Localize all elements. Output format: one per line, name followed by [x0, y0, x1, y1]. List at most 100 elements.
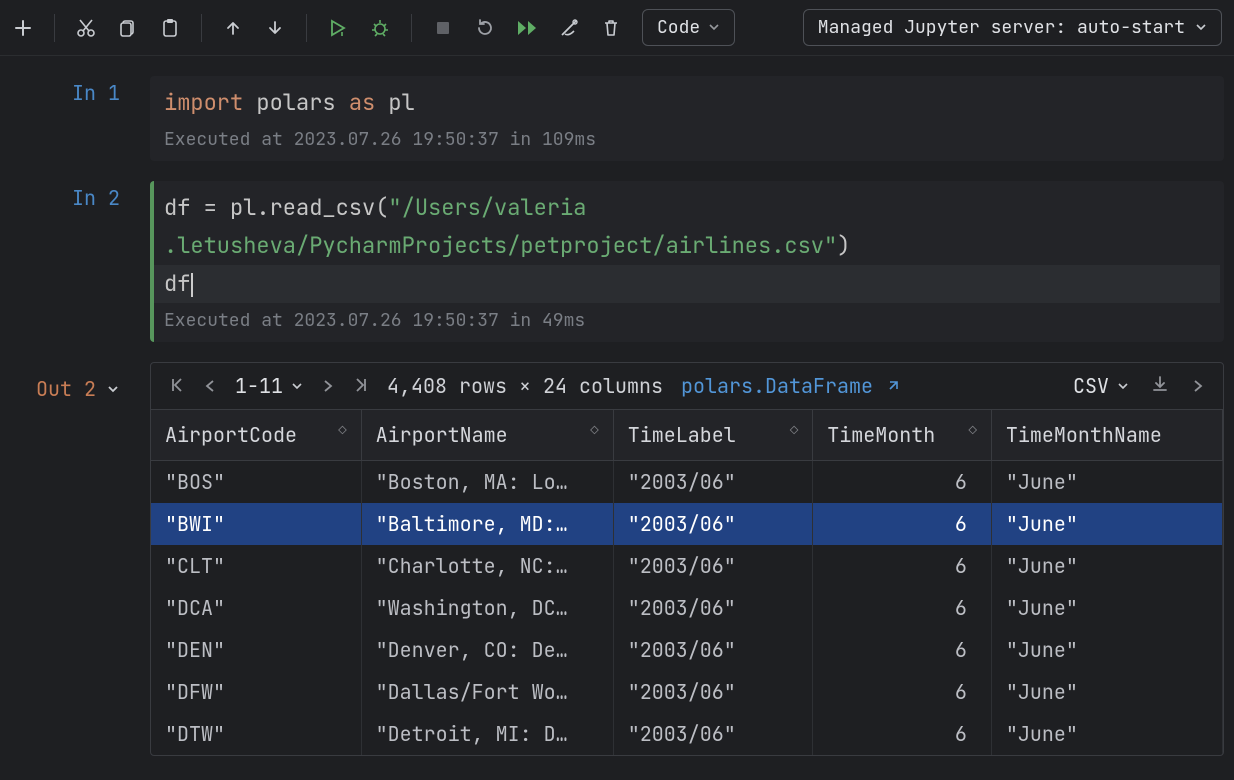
move-down-icon[interactable] — [264, 17, 286, 39]
run-all-icon[interactable] — [516, 17, 538, 39]
jupyter-server-dropdown[interactable]: Managed Jupyter server: auto-start — [803, 9, 1222, 46]
code-box[interactable]: import polars as pl Executed at 2023.07.… — [150, 76, 1224, 161]
table-cell[interactable]: "DCA" — [151, 587, 361, 629]
table-cell[interactable]: 6 — [813, 503, 992, 545]
table-cell[interactable]: "DFW" — [151, 671, 361, 713]
execution-meta: Executed at 2023.07.26 19:50:37 in 109ms — [164, 128, 1210, 151]
separator — [306, 14, 307, 42]
execution-meta: Executed at 2023.07.26 19:50:37 in 49ms — [164, 309, 1210, 332]
cell-out-2: Out 2 1-11 — [0, 362, 1234, 756]
code-box[interactable]: df = pl.read_csv("/Users/valeria .letush… — [150, 181, 1224, 342]
table-cell[interactable]: 6 — [813, 713, 992, 755]
table-cell[interactable]: "Charlotte, NC:… — [361, 545, 613, 587]
separator — [54, 14, 55, 42]
table-cell[interactable]: "2003/06" — [613, 461, 813, 504]
cell-type-dropdown[interactable]: Code — [642, 9, 735, 46]
table-cell[interactable]: "CLT" — [151, 545, 361, 587]
dataframe-table-wrap[interactable]: AirportCode◇ AirportName◇ TimeLabel◇ Tim… — [151, 410, 1223, 755]
separator — [201, 14, 202, 42]
code-line[interactable]: df = pl.read_csv("/Users/valeria — [164, 189, 1210, 227]
column-header[interactable]: AirportName◇ — [361, 410, 613, 461]
sort-icon[interactable]: ◇ — [968, 422, 976, 440]
table-cell[interactable]: 6 — [813, 545, 992, 587]
stop-icon[interactable] — [432, 17, 454, 39]
paste-icon[interactable] — [159, 17, 181, 39]
restart-icon[interactable] — [474, 17, 496, 39]
code-line[interactable]: .letusheva/PycharmProjects/petproject/ai… — [164, 227, 1210, 265]
table-cell[interactable]: "BWI" — [151, 503, 361, 545]
table-row[interactable]: "DTW""Detroit, MI: D…"2003/06"6"June" — [151, 713, 1223, 755]
table-cell[interactable]: "June" — [991, 629, 1222, 671]
more-icon[interactable] — [1191, 373, 1205, 399]
sort-icon[interactable]: ◇ — [590, 422, 598, 440]
table-row[interactable]: "CLT""Charlotte, NC:…"2003/06"6"June" — [151, 545, 1223, 587]
chevron-down-icon[interactable] — [106, 376, 120, 402]
cell-in-1[interactable]: In 1 import polars as pl Executed at 202… — [0, 76, 1234, 181]
cut-icon[interactable] — [75, 17, 97, 39]
cell-type-label: Code — [657, 16, 700, 39]
cell-in-2[interactable]: In 2 df = pl.read_csv("/Users/valeria .l… — [0, 181, 1234, 362]
sort-icon[interactable]: ◇ — [790, 422, 798, 440]
column-header[interactable]: TimeLabel◇ — [613, 410, 813, 461]
dataframe-type-link[interactable]: polars.DataFrame — [681, 373, 899, 399]
table-cell[interactable]: "June" — [991, 461, 1222, 504]
export-format-dropdown[interactable]: CSV — [1073, 373, 1129, 399]
table-header-row: AirportCode◇ AirportName◇ TimeLabel◇ Tim… — [151, 410, 1223, 461]
cell-prompt: In 1 — [0, 76, 150, 181]
sort-icon[interactable]: ◇ — [338, 422, 346, 440]
table-cell[interactable]: "DTW" — [151, 713, 361, 755]
cell-prompt: In 2 — [0, 181, 150, 362]
code-line-current[interactable]: df — [154, 265, 1220, 303]
table-cell[interactable]: "June" — [991, 671, 1222, 713]
table-cell[interactable]: "2003/06" — [613, 503, 813, 545]
last-page-icon[interactable] — [353, 373, 369, 399]
column-header[interactable]: TimeMonthName — [991, 410, 1222, 461]
table-cell[interactable]: "June" — [991, 503, 1222, 545]
table-cell[interactable]: "Baltimore, MD:… — [361, 503, 613, 545]
table-cell[interactable]: "June" — [991, 587, 1222, 629]
table-cell[interactable]: "2003/06" — [613, 671, 813, 713]
table-cell[interactable]: "2003/06" — [613, 713, 813, 755]
table-cell[interactable]: 6 — [813, 671, 992, 713]
next-page-icon[interactable] — [321, 373, 335, 399]
first-page-icon[interactable] — [169, 373, 185, 399]
table-row[interactable]: "DFW""Dallas/Fort Wo…"2003/06"6"June" — [151, 671, 1223, 713]
table-row[interactable]: "DEN""Denver, CO: De…"2003/06"6"June" — [151, 629, 1223, 671]
move-up-icon[interactable] — [222, 17, 244, 39]
download-icon[interactable] — [1151, 373, 1169, 399]
table-row[interactable]: "DCA""Washington, DC…"2003/06"6"June" — [151, 587, 1223, 629]
dataframe-toolbar: 1-11 4,408 rows × 24 columns polars.Data… — [151, 363, 1223, 410]
table-cell[interactable]: 6 — [813, 461, 992, 504]
cell-prompt: Out 2 — [0, 362, 150, 756]
code-line[interactable]: import polars as pl — [164, 84, 1210, 122]
debug-icon[interactable] — [369, 17, 391, 39]
page-range-dropdown[interactable]: 1-11 — [235, 373, 303, 399]
table-cell[interactable]: "Denver, CO: De… — [361, 629, 613, 671]
column-header[interactable]: TimeMonth◇ — [813, 410, 992, 461]
dataframe-shape: 4,408 rows × 24 columns — [387, 373, 663, 399]
table-cell[interactable]: 6 — [813, 587, 992, 629]
clear-outputs-icon[interactable] — [558, 17, 580, 39]
notebook-toolbar: Code Managed Jupyter server: auto-start — [0, 0, 1234, 56]
table-cell[interactable]: "June" — [991, 545, 1222, 587]
table-cell[interactable]: "Detroit, MI: D… — [361, 713, 613, 755]
delete-icon[interactable] — [600, 17, 622, 39]
table-cell[interactable]: "Dallas/Fort Wo… — [361, 671, 613, 713]
table-row[interactable]: "BWI""Baltimore, MD:…"2003/06"6"June" — [151, 503, 1223, 545]
table-cell[interactable]: "BOS" — [151, 461, 361, 504]
prev-page-icon[interactable] — [203, 373, 217, 399]
add-cell-icon[interactable] — [12, 17, 34, 39]
table-row[interactable]: "BOS""Boston, MA: Lo…"2003/06"6"June" — [151, 461, 1223, 504]
table-cell[interactable]: 6 — [813, 629, 992, 671]
server-label: Managed Jupyter server: auto-start — [818, 16, 1185, 39]
table-cell[interactable]: "2003/06" — [613, 545, 813, 587]
table-cell[interactable]: "Washington, DC… — [361, 587, 613, 629]
copy-icon[interactable] — [117, 17, 139, 39]
table-cell[interactable]: "June" — [991, 713, 1222, 755]
run-cell-icon[interactable] — [327, 17, 349, 39]
table-cell[interactable]: "Boston, MA: Lo… — [361, 461, 613, 504]
table-cell[interactable]: "2003/06" — [613, 629, 813, 671]
table-cell[interactable]: "2003/06" — [613, 587, 813, 629]
column-header[interactable]: AirportCode◇ — [151, 410, 361, 461]
table-cell[interactable]: "DEN" — [151, 629, 361, 671]
